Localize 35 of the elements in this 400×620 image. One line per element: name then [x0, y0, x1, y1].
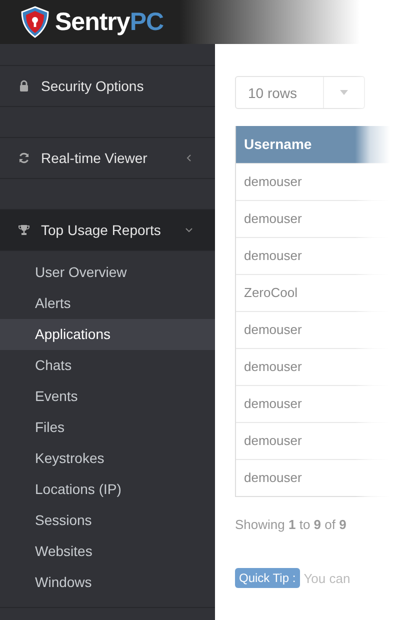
- logo-text: SentryPC: [55, 8, 164, 36]
- refresh-icon: [18, 152, 30, 164]
- table-cell-text: demouser: [243, 173, 303, 191]
- submenu-item[interactable]: Chats: [0, 350, 215, 381]
- sidebar-item[interactable]: Security Options: [0, 66, 215, 107]
- submenu-item[interactable]: Sessions: [0, 505, 215, 536]
- submenu-item[interactable]: User Overview: [0, 257, 215, 288]
- trophy-icon: [18, 224, 30, 236]
- caret-icon: [340, 90, 348, 95]
- table-cell-text: demouser: [243, 210, 303, 228]
- table-cell-text: ZeroCool: [243, 284, 298, 302]
- table-cell-text: demouser: [243, 321, 303, 339]
- submenu-item[interactable]: Events: [0, 381, 215, 412]
- table-cell-text: demouser: [243, 395, 303, 413]
- tip-text: You can: [304, 570, 350, 586]
- chevron-icon: [185, 154, 193, 162]
- shield-logo-icon: [20, 6, 50, 38]
- submenu-item[interactable]: Files: [0, 412, 215, 443]
- quick-tip-label: Quick Tip :: [235, 568, 300, 588]
- submenu-item[interactable]: Keystrokes: [0, 443, 215, 474]
- chevron-icon: [185, 226, 193, 234]
- lock-icon: [18, 80, 30, 92]
- rows-select[interactable]: 10 rows: [235, 76, 365, 109]
- submenu-item[interactable]: Windows: [0, 567, 215, 598]
- sidebar-item[interactable]: Top Usage Reports: [0, 210, 215, 251]
- table-cell-text: demouser: [243, 247, 303, 265]
- table-cell-text: demouser: [243, 358, 303, 376]
- submenu-item[interactable]: Applications: [0, 319, 215, 350]
- table-cell-text: demouser: [243, 432, 303, 450]
- table-info-text: Showing 1 to 9 of 9: [235, 517, 348, 532]
- submenu-item[interactable]: Alerts: [0, 288, 215, 319]
- submenu-item[interactable]: Websites: [0, 536, 215, 567]
- sidebar-item[interactable]: Real-time Viewer: [0, 138, 215, 179]
- submenu-item[interactable]: Locations (IP): [0, 474, 215, 505]
- table-cell-text: demouser: [243, 469, 303, 487]
